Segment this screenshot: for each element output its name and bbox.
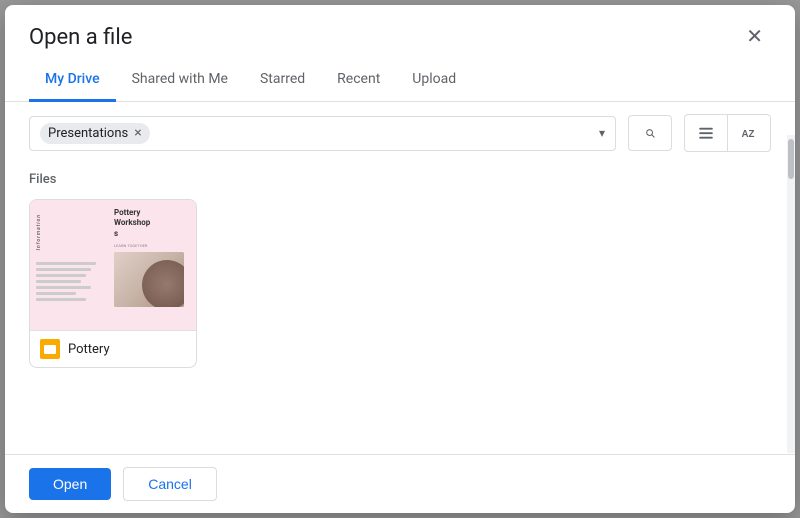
files-grid: Information PotteryWorkshops: [29, 199, 771, 368]
section-label: Files: [29, 172, 771, 187]
thumb-right-panel: PotteryWorkshops LEARN TOGETHER: [110, 200, 197, 330]
tab-shared-with-me[interactable]: Shared with Me: [116, 59, 244, 102]
toolbar: Presentations × ▾ AZ: [5, 102, 795, 164]
thumb-image: [114, 252, 184, 307]
file-info: Pottery: [30, 330, 196, 367]
file-name: Pottery: [68, 342, 110, 357]
svg-text:AZ: AZ: [742, 129, 755, 140]
close-button[interactable]: ✕: [738, 23, 771, 51]
dialog-footer: Open Cancel: [5, 454, 795, 513]
search-button[interactable]: [628, 115, 672, 151]
thumb-left-panel: Information: [30, 200, 110, 330]
open-file-dialog: Open a file ✕ My Drive Shared with Me St…: [5, 5, 795, 513]
dialog-header: Open a file ✕: [5, 5, 795, 51]
sort-az-button[interactable]: AZ: [727, 115, 770, 151]
presentations-filter-chip[interactable]: Presentations ×: [40, 123, 150, 144]
scrollbar-track[interactable]: [787, 135, 795, 453]
filter-dropdown-arrow[interactable]: ▾: [599, 126, 605, 140]
cancel-button[interactable]: Cancel: [123, 467, 217, 501]
file-content-area: Files Information: [5, 164, 795, 454]
scrollbar-thumb[interactable]: [788, 139, 794, 179]
search-icon: [645, 124, 655, 142]
dialog-title: Open a file: [29, 25, 132, 50]
sort-az-icon: AZ: [740, 124, 758, 142]
tab-my-drive[interactable]: My Drive: [29, 59, 116, 102]
tab-bar: My Drive Shared with Me Starred Recent U…: [5, 59, 795, 102]
tab-recent[interactable]: Recent: [321, 59, 396, 102]
tab-starred[interactable]: Starred: [244, 59, 321, 102]
sort-buttons: AZ: [684, 114, 771, 152]
slides-icon: [40, 339, 60, 359]
open-button[interactable]: Open: [29, 468, 111, 500]
thumb-file-title: PotteryWorkshops: [114, 208, 192, 239]
tab-upload[interactable]: Upload: [396, 59, 472, 102]
chip-remove-button[interactable]: ×: [134, 126, 141, 140]
list-view-button[interactable]: [685, 115, 727, 151]
file-card[interactable]: Information PotteryWorkshops: [29, 199, 197, 368]
chip-label: Presentations: [48, 126, 128, 141]
file-thumbnail: Information PotteryWorkshops: [30, 200, 197, 330]
filter-bar[interactable]: Presentations × ▾: [29, 116, 616, 151]
list-icon: [697, 124, 715, 142]
